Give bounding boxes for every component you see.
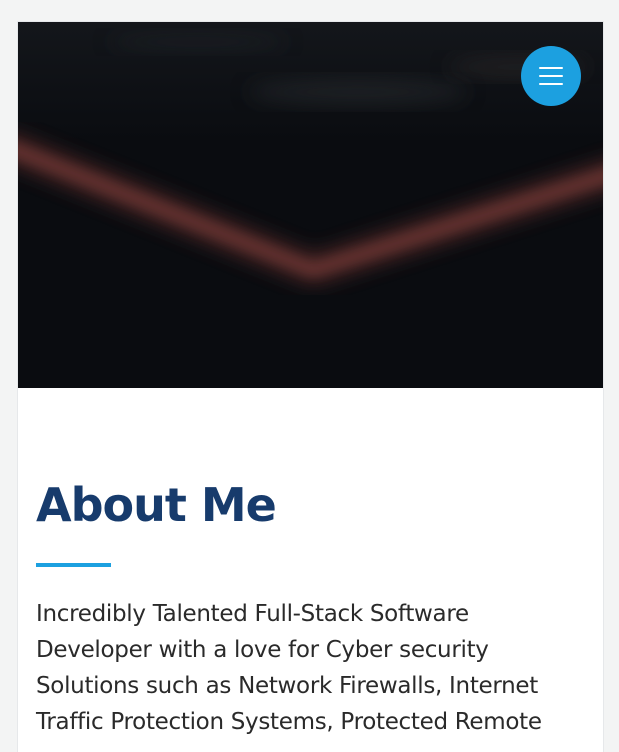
hamburger-menu-icon-bar — [539, 75, 563, 77]
title-underline — [36, 563, 111, 567]
page-title: About Me — [36, 478, 277, 532]
hero-blurred-light-graphic — [18, 22, 603, 388]
hamburger-menu-icon-bar — [539, 83, 563, 85]
hamburger-menu-icon — [539, 67, 563, 69]
about-description: Incredibly Talented Full-Stack Software … — [36, 601, 542, 735]
menu-button[interactable] — [521, 46, 581, 106]
page-frame: About Me Incredibly Talented Full-Stack … — [18, 22, 603, 752]
hero-image — [18, 22, 603, 388]
